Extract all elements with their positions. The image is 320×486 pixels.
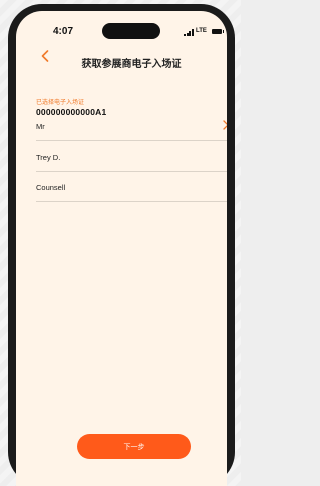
position-field[interactable]: Counsell: [36, 183, 227, 202]
back-button[interactable]: [38, 48, 52, 64]
selected-pass-number: 000000000000A1: [36, 107, 107, 117]
app-screen: 4:07 LTE 获取参展商电子入场证 已选择电子入场证 00000000000…: [16, 11, 227, 486]
signal-icon: [184, 29, 194, 36]
network-label: LTE: [196, 28, 207, 34]
name-field[interactable]: Trey D.: [36, 153, 227, 172]
status-time: 4:07: [53, 26, 74, 37]
battery-icon: [212, 29, 224, 34]
position-value: Counsell: [36, 183, 66, 192]
salutation-select[interactable]: Mr: [36, 120, 227, 141]
next-button[interactable]: 下一步: [77, 434, 191, 459]
selected-pass-label: 已选择电子入场证: [36, 100, 85, 106]
name-value: Trey D.: [36, 153, 61, 162]
status-bar: 4:07 LTE: [16, 11, 227, 39]
dynamic-island: [102, 23, 160, 39]
salutation-value: Mr: [36, 122, 45, 131]
chevron-right-icon: [223, 120, 227, 130]
chevron-left-icon: [41, 50, 49, 62]
page-title: 获取参展商电子入场证: [81, 59, 182, 70]
